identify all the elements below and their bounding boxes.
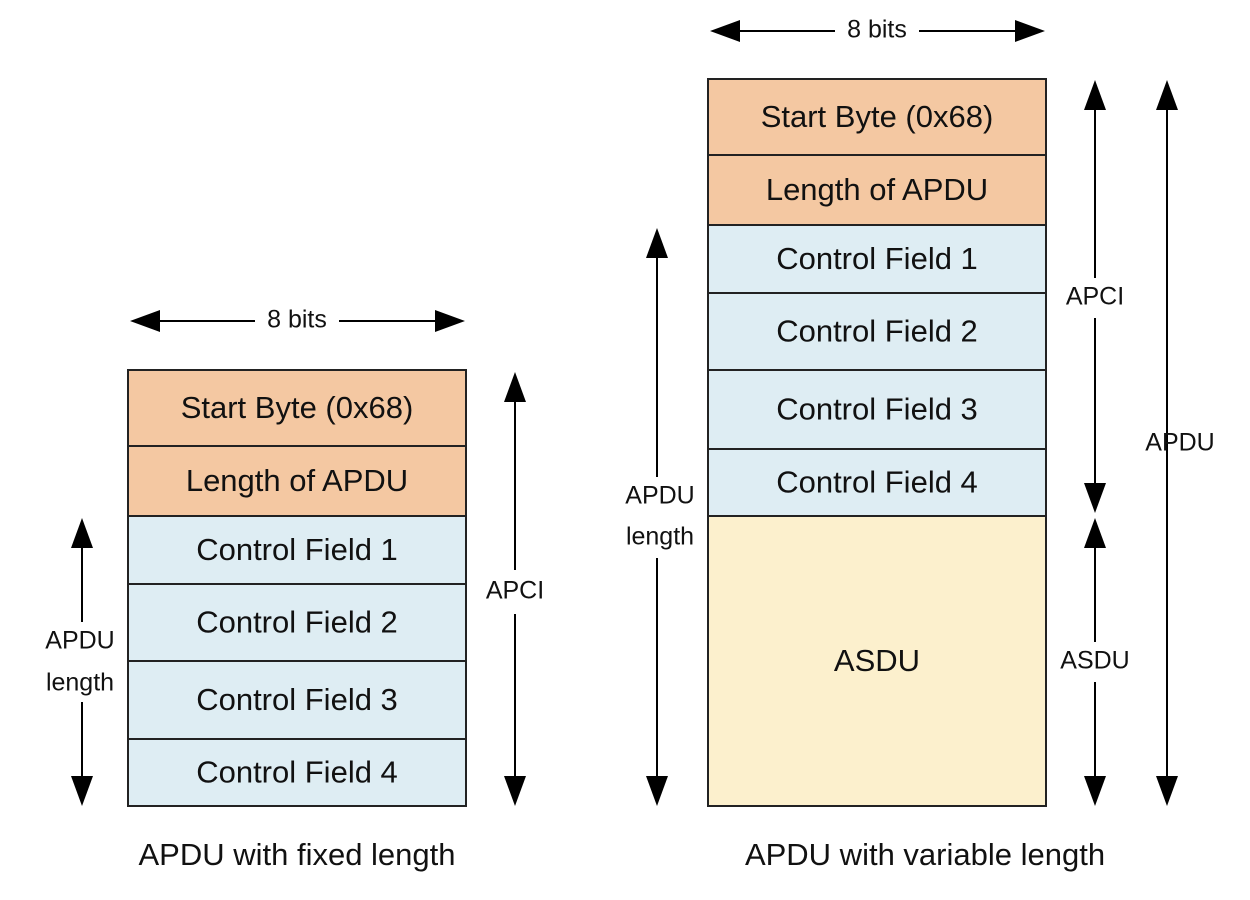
variable-apci-arrow-arrowhead-down bbox=[1084, 483, 1106, 513]
variable-width-arrow-arrowhead-left bbox=[710, 20, 740, 42]
fixed-apci-arrow-arrowhead-up bbox=[504, 372, 526, 402]
fixed-apdu-length-arrow-arrowhead-down bbox=[71, 776, 93, 806]
width-label: 8 bits bbox=[267, 306, 327, 334]
fixed-apci-arrow-arrowhead-down bbox=[504, 776, 526, 806]
variable-apdu-length-arrow-arrowhead-down bbox=[646, 776, 668, 806]
variable-apdu-arrow-arrowhead-up bbox=[1156, 80, 1178, 110]
fixed-caption: APDU with fixed length bbox=[138, 837, 455, 872]
variable-caption: APDU with variable length bbox=[745, 837, 1105, 872]
apdu-length-label: APDU bbox=[625, 482, 694, 510]
field-label: Length of APDU bbox=[186, 463, 408, 498]
field-label: Control Field 1 bbox=[776, 241, 978, 276]
field-label: ASDU bbox=[834, 643, 920, 678]
width-label: 8 bits bbox=[847, 16, 907, 44]
field-label: Control Field 1 bbox=[196, 532, 398, 567]
fixed-width-arrow-arrowhead-right bbox=[435, 310, 465, 332]
apci-label: APCI bbox=[1066, 283, 1124, 311]
asdu-label: ASDU bbox=[1060, 647, 1129, 675]
apdu-format-diagram: 8 bits Start Byte (0x68) Length of APDU Con… bbox=[45, 16, 1214, 873]
variable-apdu-length-arrow-arrowhead-up bbox=[646, 228, 668, 258]
apci-label: APCI bbox=[486, 577, 544, 605]
variable-width-arrow-arrowhead-right bbox=[1015, 20, 1045, 42]
variable-asdu-arrow-arrowhead-down bbox=[1084, 776, 1106, 806]
variable-apci-arrow-arrowhead-up bbox=[1084, 80, 1106, 110]
apdu-label: APDU bbox=[1145, 429, 1214, 457]
field-label: Length of APDU bbox=[766, 172, 988, 207]
variable-apdu-arrow-arrowhead-down bbox=[1156, 776, 1178, 806]
field-label: Control Field 2 bbox=[776, 314, 978, 349]
field-label: Control Field 3 bbox=[776, 392, 978, 427]
fixed-width-arrow-arrowhead-left bbox=[130, 310, 160, 332]
fixed-apdu-length-arrow-arrowhead-up bbox=[71, 518, 93, 548]
fixed-length-apdu bbox=[127, 369, 467, 807]
variable-asdu-arrow-arrowhead-up bbox=[1084, 518, 1106, 548]
field-label: Start Byte (0x68) bbox=[181, 390, 414, 425]
field-label: Control Field 2 bbox=[196, 605, 398, 640]
field-label: Control Field 3 bbox=[196, 682, 398, 717]
field-label: Control Field 4 bbox=[196, 755, 398, 790]
field-label: Start Byte (0x68) bbox=[761, 99, 994, 134]
field-label: Control Field 4 bbox=[776, 465, 978, 500]
apdu-length-label: APDU bbox=[45, 627, 114, 655]
apdu-length-label: length bbox=[626, 523, 694, 551]
apdu-length-label: length bbox=[46, 669, 114, 697]
